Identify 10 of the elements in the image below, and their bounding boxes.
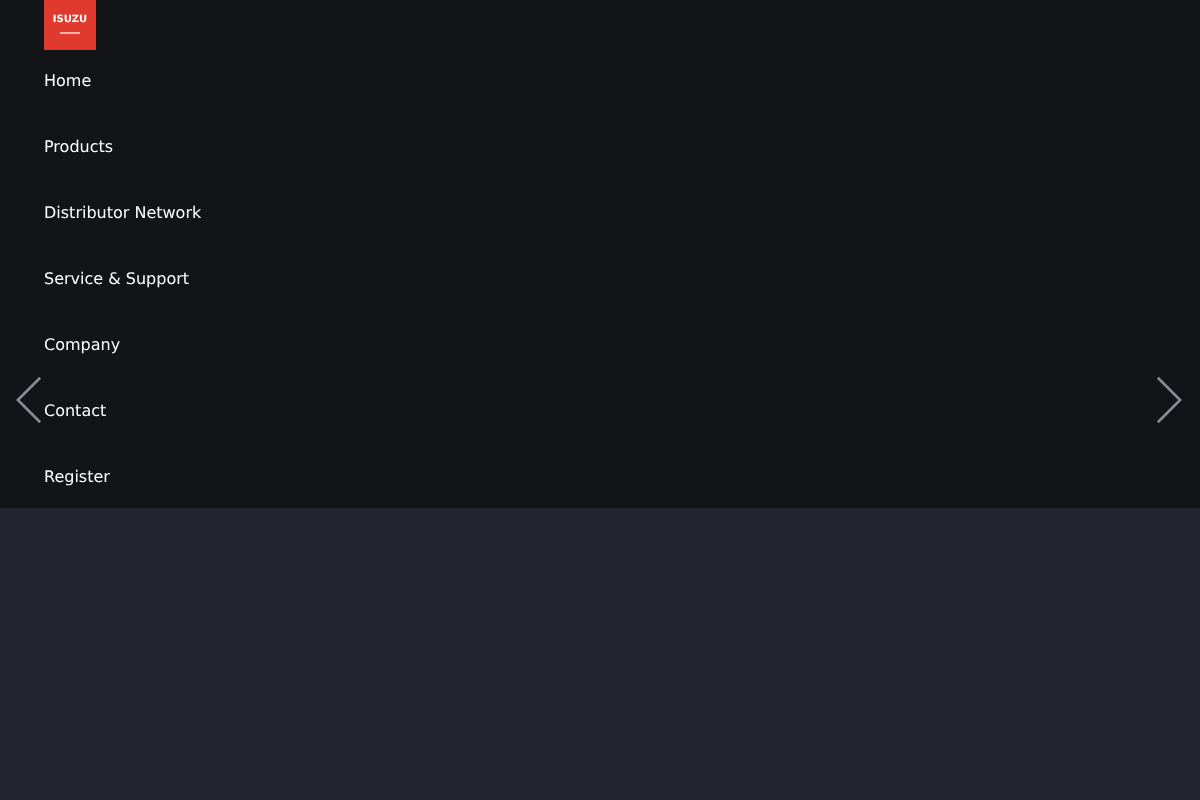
nav-link[interactable]: Distributor Network <box>44 202 202 268</box>
logo-stripe <box>60 32 80 34</box>
nav-link[interactable]: Service & Support <box>44 268 190 334</box>
chevron-left-icon[interactable] <box>16 374 42 426</box>
nav-link[interactable]: Contact <box>44 400 107 466</box>
nav-link[interactable]: Register <box>44 466 110 532</box>
nav-link[interactable]: Products <box>44 136 114 202</box>
chevron-right-icon[interactable] <box>1156 374 1182 426</box>
nav-link[interactable]: Home <box>44 70 92 136</box>
nav-link[interactable]: Company <box>44 334 121 400</box>
